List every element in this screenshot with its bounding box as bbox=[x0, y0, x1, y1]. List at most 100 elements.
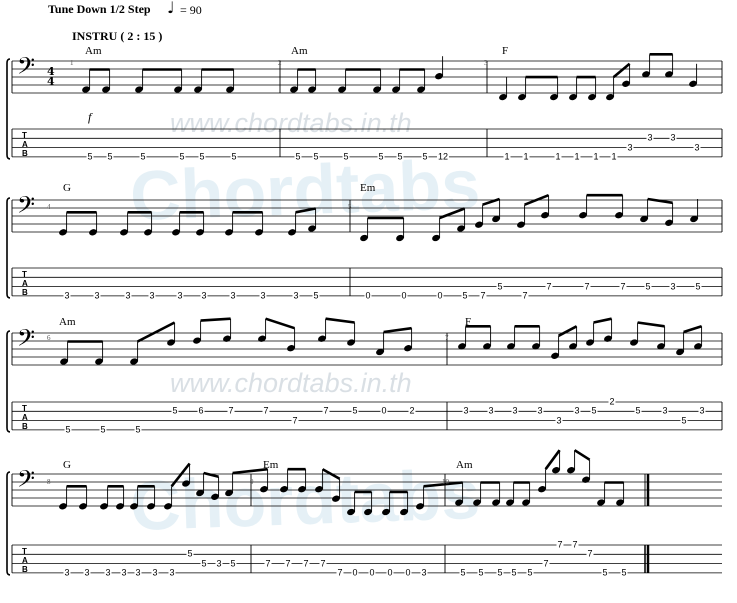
bar-number: 4 bbox=[47, 203, 51, 211]
tab-fret-number: 3 bbox=[148, 290, 156, 301]
chord-symbol: Am bbox=[85, 45, 102, 57]
tab-fret-number: 5 bbox=[342, 151, 350, 162]
tab-fret-number: 5 bbox=[229, 558, 237, 569]
tab-fret-number: 5 bbox=[86, 151, 94, 162]
system-bracket bbox=[6, 471, 11, 576]
tab-fret-number: 7 bbox=[319, 558, 327, 569]
tab-fret-number: 5 bbox=[459, 567, 467, 578]
tab-fret-number: 5 bbox=[477, 567, 485, 578]
tab-fret-number: 3 bbox=[536, 405, 544, 416]
tab-fret-number: 3 bbox=[200, 290, 208, 301]
bar-number: 8 bbox=[47, 478, 51, 486]
chord-symbol: F bbox=[502, 45, 509, 57]
tab-fret-number: 5 bbox=[230, 151, 238, 162]
tab-fret-number: 0 bbox=[380, 405, 388, 416]
bar-number: 2 bbox=[278, 59, 282, 67]
tab-fret-number: 3 bbox=[176, 290, 184, 301]
bar-number: 3 bbox=[484, 59, 488, 67]
chord-symbol: Em bbox=[263, 459, 279, 471]
beam bbox=[325, 317, 355, 324]
tab-fret-number: 5 bbox=[590, 405, 598, 416]
tab-fret-number: 3 bbox=[573, 405, 581, 416]
tab-fret-number: 3 bbox=[83, 567, 91, 578]
beam bbox=[439, 207, 466, 220]
beam bbox=[200, 317, 231, 322]
tab-fret-number: 5 bbox=[198, 151, 206, 162]
tab-fret-number: 5 bbox=[421, 151, 429, 162]
tab-fret-number: 7 bbox=[521, 290, 529, 301]
tab-fret-number: 1 bbox=[554, 151, 562, 162]
beam bbox=[265, 317, 296, 330]
tab-fret-number: 5 bbox=[312, 151, 320, 162]
tab-fret-number: 5 bbox=[680, 415, 688, 426]
tuning-label: Tune Down 1/2 Step bbox=[48, 2, 151, 16]
bar-number: 6 bbox=[47, 334, 51, 342]
system-bracket bbox=[6, 330, 11, 433]
tab-fret-number: 5 bbox=[526, 567, 534, 578]
tab-fret-number: 3 bbox=[669, 132, 677, 143]
tab-fret-number: 3 bbox=[259, 290, 267, 301]
tab-fret-number: 7 bbox=[291, 415, 299, 426]
tab-clef: TAB bbox=[22, 131, 28, 158]
bass-clef-icon: 𝄢 bbox=[17, 52, 36, 85]
tab-fret-number: 5 bbox=[64, 424, 72, 435]
tab-fret-number: 5 bbox=[396, 151, 404, 162]
system-bracket bbox=[6, 197, 11, 299]
tab-fret-number: 5 bbox=[178, 151, 186, 162]
tab-fret-number: 2 bbox=[608, 396, 616, 407]
tab-fret-number: 3 bbox=[134, 567, 142, 578]
tab-fret-number: 1 bbox=[573, 151, 581, 162]
tab-fret-number: 2 bbox=[408, 405, 416, 416]
tab-fret-number: 5 bbox=[134, 424, 142, 435]
system-bracket bbox=[6, 58, 11, 160]
beam bbox=[573, 449, 591, 461]
tab-fret-number: 5 bbox=[510, 567, 518, 578]
tab-fret-number: 5 bbox=[601, 567, 609, 578]
tab-fret-number: 5 bbox=[644, 281, 652, 292]
tab-fret-number: 7 bbox=[264, 558, 272, 569]
tab-fret-number: 3 bbox=[555, 415, 563, 426]
tab-fret-number: 3 bbox=[698, 405, 706, 416]
bar-number: 7 bbox=[445, 334, 449, 342]
tab-fret-number: 3 bbox=[487, 405, 495, 416]
beam bbox=[683, 325, 702, 334]
chord-symbol: Am bbox=[291, 45, 308, 57]
tab-fret-number: 5 bbox=[99, 424, 107, 435]
tab-fret-number: 5 bbox=[351, 405, 359, 416]
beam bbox=[383, 326, 412, 334]
tab-fret-number: 3 bbox=[168, 567, 176, 578]
tab-fret-number: 0 bbox=[400, 290, 408, 301]
tab-fret-number: 1 bbox=[503, 151, 511, 162]
beam bbox=[137, 321, 176, 343]
tab-fret-number: 0 bbox=[364, 290, 372, 301]
tab-fret-number: 3 bbox=[292, 290, 300, 301]
tab-fret-number: 7 bbox=[545, 281, 553, 292]
beam bbox=[544, 449, 561, 470]
tab-fret-number: 7 bbox=[302, 558, 310, 569]
beam bbox=[637, 321, 665, 328]
chord-symbol: G bbox=[63, 182, 71, 194]
section-label: INSTRU ( 2 : 15 ) bbox=[72, 29, 163, 43]
tab-fret-number: 3 bbox=[151, 567, 159, 578]
chord-symbol: Am bbox=[456, 459, 473, 471]
tab-fret-number: 5 bbox=[200, 558, 208, 569]
tab-fret-number: 3 bbox=[420, 567, 428, 578]
tab-fret-number: 6 bbox=[197, 405, 205, 416]
beam bbox=[647, 197, 673, 205]
tab-fret-number: 3 bbox=[63, 290, 71, 301]
tab-fret-number: 5 bbox=[496, 281, 504, 292]
tab-fret-number: 3 bbox=[626, 142, 634, 153]
tab-fret-number: 0 bbox=[404, 567, 412, 578]
beam bbox=[203, 471, 219, 479]
tab-fret-number: 5 bbox=[139, 151, 147, 162]
tab-fret-number: 5 bbox=[461, 290, 469, 301]
tab-fret-number: 5 bbox=[620, 567, 628, 578]
bar-number: 9 bbox=[250, 478, 254, 486]
bass-clef-icon: 𝄢 bbox=[17, 465, 36, 498]
tab-fret-number: 5 bbox=[312, 290, 320, 301]
time-signature: 44 bbox=[47, 65, 55, 88]
tab-fret-number: 3 bbox=[646, 132, 654, 143]
tab-fret-number: 3 bbox=[63, 567, 71, 578]
bar-number: 5 bbox=[348, 203, 352, 211]
tab-fret-number: 0 bbox=[368, 567, 376, 578]
